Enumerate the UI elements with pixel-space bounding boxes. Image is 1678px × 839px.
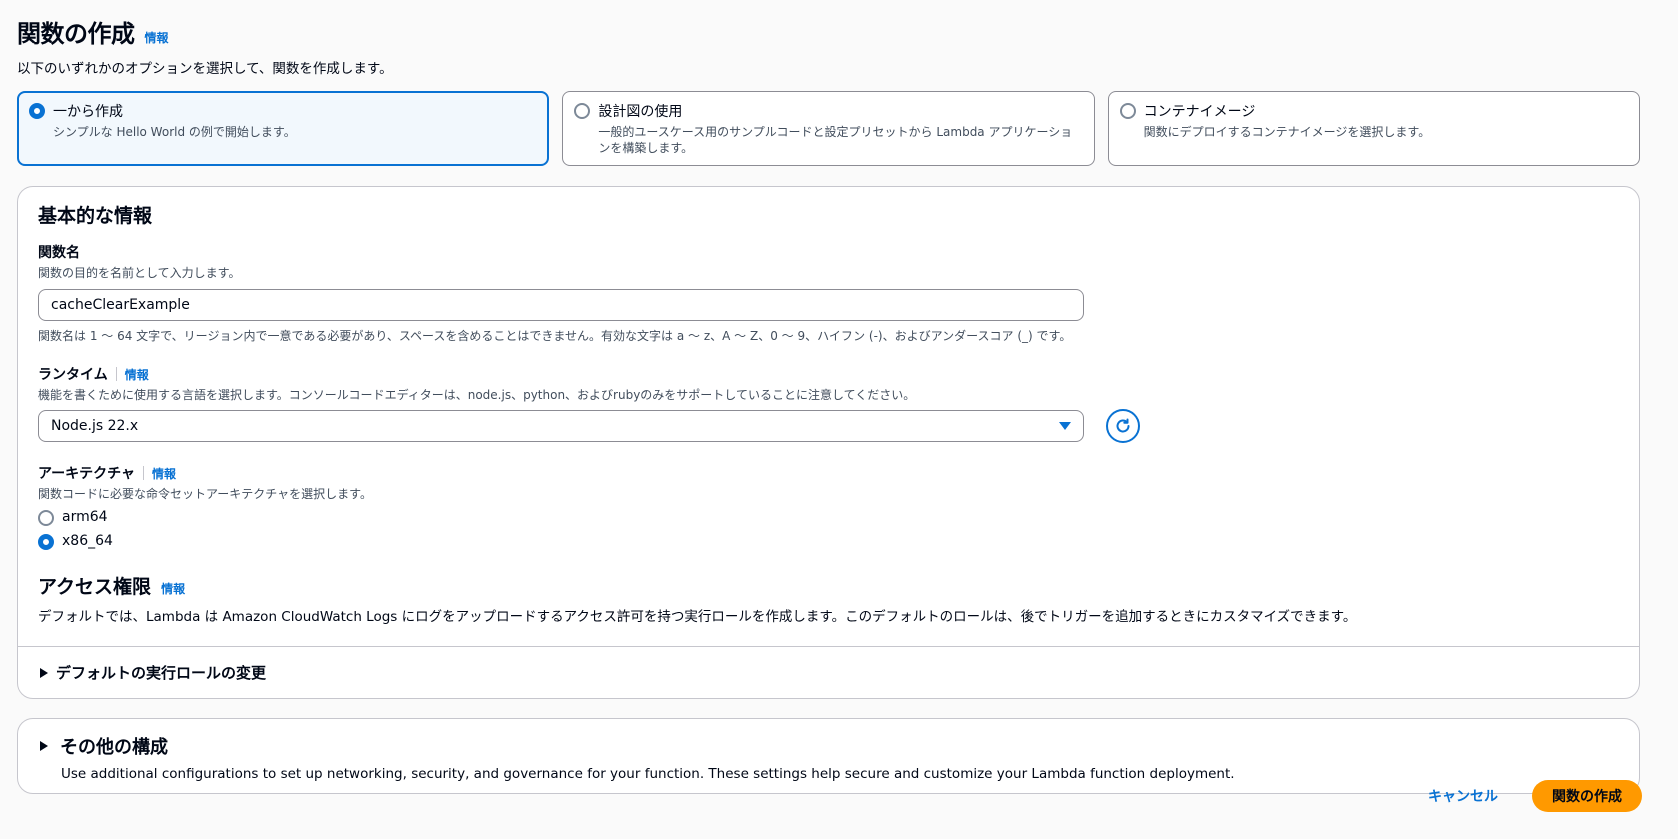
option-container-image[interactable]: コンテナイメージ 関数にデプロイするコンテナイメージを選択します。: [1107, 91, 1640, 166]
architecture-description: 関数コードに必要な命令セットアーキテクチャを選択します。: [38, 487, 372, 501]
create-function-button[interactable]: 関数の作成: [1532, 780, 1642, 812]
option-text: コンテナイメージ 関数にデプロイするコンテナイメージを選択します。: [1144, 101, 1431, 165]
basic-info-title: 基本的な情報: [38, 205, 153, 227]
option-text: 一から作成 シンプルな Hello World の例で開始します。: [53, 101, 296, 164]
runtime-description: 機能を書くために使用する言語を選択します。コンソールコードエディターは、node…: [38, 388, 916, 402]
function-name-field: 関数名 関数の目的を名前として入力します。 関数名は 1 〜 64 文字で、リー…: [38, 242, 1619, 344]
access-header: アクセス権限 情報: [38, 572, 1619, 599]
basic-info-panel: 基本的な情報 関数名 関数の目的を名前として入力します。 関数名は 1 〜 64…: [17, 186, 1640, 699]
runtime-selected-value: Node.js 22.x: [51, 418, 139, 434]
architecture-option-label: arm64: [62, 509, 108, 525]
architecture-field: アーキテクチャ 情報 関数コードに必要な命令セットアーキテクチャを選択します。 …: [38, 463, 1619, 550]
option-author-from-scratch[interactable]: 一から作成 シンプルな Hello World の例で開始します。: [17, 91, 550, 166]
additional-config-description: Use additional configurations to set up …: [61, 766, 1235, 782]
additional-config-panel: その他の構成 Use additional configurations to …: [17, 718, 1640, 794]
header-info-link[interactable]: 情報: [145, 29, 169, 46]
create-function-page: 関数の作成 情報 以下のいずれかのオプションを選択して、関数を作成します。 一か…: [0, 0, 1678, 839]
page-header: 関数の作成 情報: [17, 14, 1678, 49]
function-name-description: 関数の目的を名前として入力します。: [38, 266, 241, 280]
architecture-option-label: x86_64: [62, 533, 113, 549]
runtime-select[interactable]: Node.js 22.x: [38, 410, 1084, 442]
page-title: 関数の作成: [17, 20, 135, 48]
option-radio-container-image[interactable]: [1119, 103, 1136, 119]
runtime-label: ランタイム: [38, 367, 108, 383]
access-info-link[interactable]: 情報: [161, 580, 185, 597]
caret-right-icon: [40, 667, 48, 678]
label-divider: [115, 367, 117, 381]
additional-config-expander[interactable]: その他の構成: [40, 733, 1617, 759]
option-description: 関数にデプロイするコンテナイメージを選択します。: [1143, 125, 1431, 139]
page-description: 以下のいずれかのオプションを選択して、関数を作成します。: [17, 61, 393, 77]
function-name-label: 関数名: [38, 245, 80, 261]
option-description: シンプルな Hello World の例で開始します。: [53, 125, 296, 139]
option-title: 一から作成: [53, 104, 123, 120]
architecture-radio-arm64[interactable]: [38, 510, 54, 526]
architecture-info-link[interactable]: 情報: [152, 465, 176, 482]
form-actions: キャンセル 関数の作成: [1422, 780, 1642, 812]
caret-right-icon: [40, 741, 48, 751]
option-radio-use-blueprint[interactable]: [574, 103, 591, 119]
change-default-execution-role-expander[interactable]: デフォルトの実行ロールの変更: [18, 646, 1639, 698]
architecture-label: アーキテクチャ: [38, 466, 136, 482]
additional-config-title: その他の構成: [60, 737, 168, 758]
option-title: 設計図の使用: [598, 104, 683, 120]
refresh-icon: [1116, 418, 1130, 433]
option-use-blueprint[interactable]: 設計図の使用 一般的ユースケース用のサンプルコードと設定プリセットから Lamb…: [562, 91, 1095, 166]
architecture-radio-x86-64[interactable]: [38, 534, 54, 550]
architecture-option-arm64[interactable]: arm64: [38, 508, 1619, 526]
function-name-constraint: 関数名は 1 〜 64 文字で、リージョン内で一意である必要があり、スペースを含…: [38, 329, 1072, 343]
runtime-field: ランタイム 情報 機能を書くために使用する言語を選択します。コンソールコードエデ…: [38, 364, 1619, 443]
option-radio-author-from-scratch[interactable]: [29, 103, 45, 119]
refresh-runtime-button[interactable]: [1106, 409, 1140, 443]
option-description: 一般的ユースケース用のサンプルコードと設定プリセットから Lambda アプリケ…: [598, 125, 1073, 155]
access-description: デフォルトでは、Lambda は Amazon CloudWatch Logs …: [38, 609, 1357, 625]
cancel-button[interactable]: キャンセル: [1422, 785, 1504, 807]
option-title: コンテナイメージ: [1143, 104, 1256, 120]
label-divider: [143, 466, 145, 480]
runtime-info-link[interactable]: 情報: [125, 366, 149, 383]
function-name-input[interactable]: [38, 289, 1084, 321]
caret-down-icon: [1059, 422, 1071, 430]
option-text: 設計図の使用 一般的ユースケース用のサンプルコードと設定プリセットから Lamb…: [598, 101, 1077, 165]
architecture-option-x86-64[interactable]: x86_64: [38, 532, 1619, 550]
creation-options: 一から作成 シンプルな Hello World の例で開始します。 設計図の使用…: [17, 91, 1640, 166]
expander-label: デフォルトの実行ロールの変更: [56, 664, 267, 682]
access-title: アクセス権限: [38, 576, 152, 598]
